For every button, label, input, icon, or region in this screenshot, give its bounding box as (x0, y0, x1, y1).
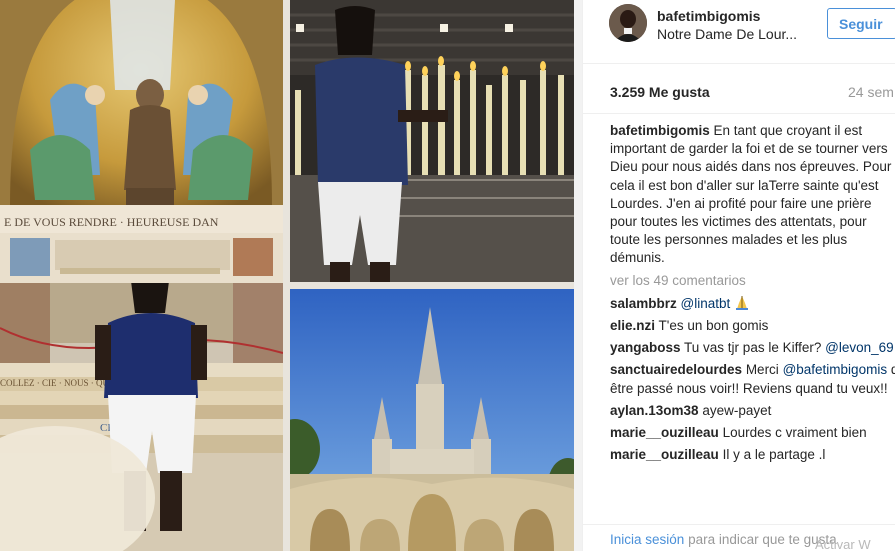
post-details-panel: bafetimbigomis Notre Dame De Lour... Seg… (582, 0, 895, 551)
basilica-photo (290, 289, 574, 551)
comment-username[interactable]: yangaboss (610, 340, 681, 355)
comment-username[interactable]: aylan.13om38 (610, 403, 699, 418)
post-photo[interactable]: E DE VOUS RENDRE · HEUREUSE DAN COLLEZ ·… (0, 0, 582, 551)
comment-username[interactable]: marie__ouzilleau (610, 425, 719, 440)
candles-photo (290, 0, 574, 282)
caption-username[interactable]: bafetimbigomis (610, 123, 710, 138)
comment-text: Lourdes c vraiment bien (722, 425, 867, 441)
follow-button[interactable]: Seguir (827, 8, 895, 39)
likes-row: 3.259 Me gusta 24 sem (583, 64, 895, 114)
login-link[interactable]: Inicia sesión (610, 532, 684, 547)
photo-edge (574, 0, 582, 551)
login-prompt: Inicia sesión para indicar que te gusta (610, 532, 837, 547)
comment-username[interactable]: elie.nzi (610, 318, 655, 333)
comment-text: Il y a le partage .l (722, 447, 826, 463)
comment-text: Merci (745, 362, 779, 378)
comment-item: elie.nzi T'es un bon gomis (610, 317, 895, 335)
comment-item: salambbrz @linatbt (610, 295, 895, 313)
comments-list: bafetimbigomis En tant que croyant il es… (610, 122, 895, 468)
caption-text: En tant que croyant il est important de … (610, 123, 892, 266)
post-timestamp[interactable]: 24 sem (848, 84, 894, 100)
view-all-comments-link[interactable]: ver los 49 comentarios (610, 272, 895, 290)
comment-username[interactable]: sanctuairedelourdes (610, 362, 742, 377)
comment-item: marie__ouzilleau Lourdes c vraiment bien (610, 424, 895, 442)
comment-text: T'es un bon gomis (658, 318, 769, 334)
activation-watermark: Activar W (815, 537, 871, 551)
comment-text: ayew-payet (702, 402, 772, 418)
avatar[interactable] (609, 4, 647, 42)
praying-hands-icon (734, 295, 750, 311)
like-count[interactable]: 3.259 Me gusta (610, 84, 710, 100)
post-location[interactable]: Notre Dame De Lour... (657, 26, 797, 42)
comment-mention[interactable]: @linatbt (681, 296, 731, 311)
post-username[interactable]: bafetimbigomis (657, 8, 760, 24)
comment-mention[interactable]: @bafetimbigomis (783, 362, 888, 377)
comment-mention[interactable]: @levon_69 (825, 340, 894, 355)
post-header: bafetimbigomis Notre Dame De Lour... Seg… (583, 0, 895, 64)
post-caption: bafetimbigomis En tant que croyant il es… (610, 122, 895, 268)
comment-item: aylan.13om38 ayew-payet (610, 402, 895, 420)
comment-text: Tu vas tjr pas le Kiffer? (684, 340, 822, 356)
comment-item: yangaboss Tu vas tjr pas le Kiffer? @lev… (610, 339, 895, 357)
svg-text:E DE VOUS RENDRE · HEUREUSE DA: E DE VOUS RENDRE · HEUREUSE DAN (4, 215, 219, 229)
comment-item: marie__ouzilleau Il y a le partage .l (610, 446, 895, 464)
comment-username[interactable]: marie__ouzilleau (610, 447, 719, 462)
comment-username[interactable]: salambbrz (610, 296, 677, 311)
mosaic-altar-photo: E DE VOUS RENDRE · HEUREUSE DAN (0, 0, 283, 285)
login-footer: Inicia sesión para indicar que te gusta … (583, 524, 895, 551)
man-at-altar-photo: COLLEZ · CIE · NOUS · QUI · AVONS CHA PE… (0, 283, 283, 551)
comment-item: sanctuairedelourdes Merci @bafetimbigomi… (610, 361, 895, 397)
